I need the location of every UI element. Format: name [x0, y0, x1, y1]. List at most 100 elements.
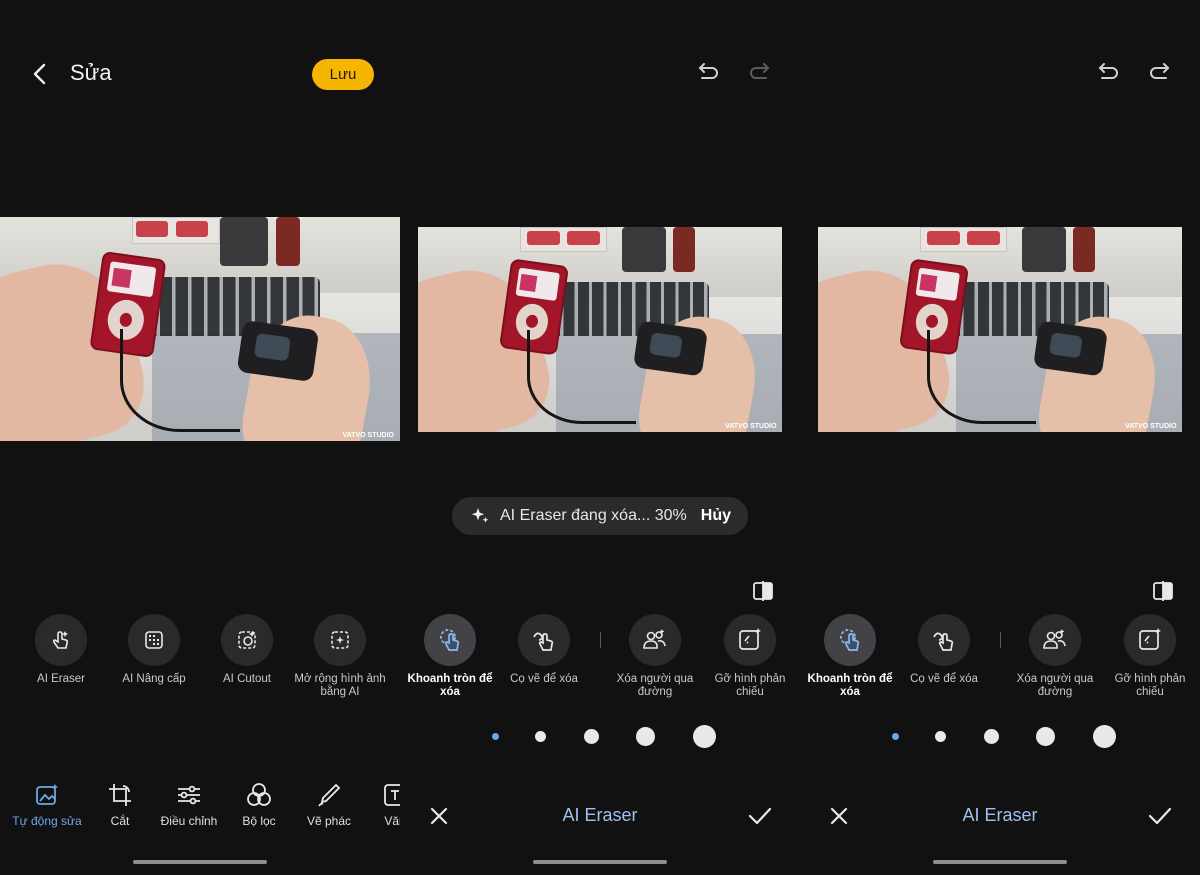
tool-label: Cọ vẽ để xóa: [910, 673, 978, 685]
remove-people-icon: [643, 629, 666, 649]
sparkle-icon: [471, 508, 489, 523]
brush-size-2[interactable]: [535, 731, 546, 742]
redo-icon: [1150, 63, 1170, 79]
photo-watermark: VATVO STUDIO: [725, 422, 777, 430]
bottom-tool-label: Vẽ phác: [306, 814, 352, 828]
photo-scene: [818, 227, 1182, 432]
redo-button[interactable]: [1146, 60, 1174, 88]
bottom-tool-label: Tự động sửa: [12, 814, 82, 828]
chevron-left-icon: [33, 63, 46, 85]
auto-fix-icon: [36, 784, 58, 805]
home-indicator[interactable]: [533, 860, 667, 864]
tool-remove-passersby[interactable]: Xóa người qua đường: [608, 614, 702, 699]
bottom-tool-adjust[interactable]: Điều chỉnh: [154, 782, 224, 828]
cancel-button[interactable]: Hủy: [701, 507, 731, 525]
brush-size-4[interactable]: [636, 727, 655, 746]
bottom-tool-label: Bộ lọc: [242, 814, 276, 828]
bottom-tool-text[interactable]: Văn: [360, 782, 400, 828]
tool-label: Xóa người qua đường: [1016, 673, 1094, 698]
checkmark-icon[interactable]: [747, 803, 773, 829]
undo-button[interactable]: [694, 60, 722, 88]
photo-scene: [0, 217, 400, 441]
remove-people-icon: [1043, 629, 1066, 649]
tool-ai-eraser[interactable]: AI Eraser: [14, 614, 108, 686]
tool-circle-to-erase[interactable]: Khoanh tròn để xóa: [803, 614, 897, 699]
remove-reflection-icon: [1139, 628, 1161, 650]
text-icon: [384, 784, 400, 806]
photo-scene: [418, 227, 782, 432]
back-button[interactable]: [24, 58, 56, 90]
ai-eraser-panel-processing: VATVO STUDIO AI Eraser đang xóa... 30% H…: [400, 0, 800, 875]
brush-icon: [318, 783, 341, 807]
photo-preview[interactable]: VATVO STUDIO: [0, 217, 400, 441]
adjust-icon: [178, 785, 200, 805]
tool-remove-reflection[interactable]: Gỡ hình phản chiếu: [1103, 614, 1197, 699]
page-title: Sửa: [70, 60, 112, 85]
tool-remove-passersby[interactable]: Xóa người qua đường: [1008, 614, 1102, 699]
tool-label: Gỡ hình phản chiếu: [714, 673, 786, 698]
ai-upscale-icon: [145, 631, 163, 649]
ai-eraser-panel-result: VATVO STUDIO Khoanh tròn để xóa Cọ vẽ để…: [800, 0, 1200, 875]
save-button[interactable]: Lưu: [312, 59, 374, 90]
bottom-tool-crop[interactable]: Cắt: [85, 782, 155, 828]
photo-preview[interactable]: VATVO STUDIO: [418, 227, 782, 432]
brush-size-1[interactable]: [492, 733, 499, 740]
crop-icon: [109, 784, 131, 806]
brush-size-5[interactable]: [1093, 725, 1116, 748]
brush-erase-icon: [533, 632, 554, 651]
brush-size-2[interactable]: [935, 731, 946, 742]
brush-size-3[interactable]: [984, 729, 999, 744]
tool-label: Mở rộng hình ảnh bằng AI: [294, 673, 386, 698]
brush-erase-icon: [933, 632, 954, 651]
tool-ai-expand[interactable]: Mở rộng hình ảnh bằng AI: [293, 614, 387, 699]
tool-brush-to-erase[interactable]: Cọ vẽ để xóa: [497, 614, 591, 686]
bottom-tool-filter[interactable]: Bộ lọc: [224, 782, 294, 828]
tool-label: Khoanh tròn để xóa: [407, 673, 493, 698]
redo-button[interactable]: [746, 60, 774, 88]
tool-brush-to-erase[interactable]: Cọ vẽ để xóa: [897, 614, 991, 686]
tool-label: AI Cutout: [223, 673, 271, 685]
erase-progress-toast: AI Eraser đang xóa... 30% Hủy: [452, 497, 748, 535]
compare-icon[interactable]: [1152, 580, 1174, 602]
tool-divider: [600, 632, 601, 648]
bottom-tool-draw[interactable]: Vẽ phác: [294, 782, 364, 828]
mode-title: AI Eraser: [962, 805, 1038, 825]
ai-cutout-icon: [238, 631, 256, 649]
compare-icon[interactable]: [752, 580, 774, 602]
tool-label: Xóa người qua đường: [616, 673, 694, 698]
tool-label: Cọ vẽ để xóa: [510, 673, 578, 685]
ai-expand-icon: [331, 631, 349, 649]
checkmark-icon[interactable]: [1147, 803, 1173, 829]
editor-panel-main: Sửa Lưu VATVO STUDIO AI Eraser AI Nâng c…: [0, 0, 400, 875]
circle-select-icon: [840, 629, 860, 651]
tool-label: Khoanh tròn để xóa: [807, 673, 893, 698]
filter-icon: [247, 783, 271, 806]
home-indicator[interactable]: [133, 860, 267, 864]
close-icon[interactable]: [826, 803, 852, 829]
undo-button[interactable]: [1094, 60, 1122, 88]
photo-watermark: VATVO STUDIO: [342, 431, 394, 439]
tool-divider: [1000, 632, 1001, 648]
close-icon[interactable]: [426, 803, 452, 829]
brush-size-1[interactable]: [892, 733, 899, 740]
bottom-tool-label: Điều chỉnh: [160, 814, 218, 828]
redo-icon: [750, 63, 770, 79]
photo-watermark: VATVO STUDIO: [1125, 422, 1177, 430]
progress-text: AI Eraser đang xóa... 30%: [500, 507, 687, 524]
undo-icon: [698, 63, 718, 79]
tool-ai-cutout[interactable]: AI Cutout: [200, 614, 294, 686]
undo-icon: [1098, 63, 1118, 79]
photo-preview[interactable]: VATVO STUDIO: [818, 227, 1182, 432]
circle-select-icon: [440, 629, 460, 651]
bottom-tool-auto-fix[interactable]: Tự động sửa: [12, 782, 82, 828]
bottom-tool-label: Cắt: [110, 814, 130, 828]
brush-size-3[interactable]: [584, 729, 599, 744]
brush-size-5[interactable]: [693, 725, 716, 748]
home-indicator[interactable]: [933, 860, 1067, 864]
tool-remove-reflection[interactable]: Gỡ hình phản chiếu: [703, 614, 797, 699]
brush-size-4[interactable]: [1036, 727, 1055, 746]
tool-circle-to-erase[interactable]: Khoanh tròn để xóa: [403, 614, 497, 699]
remove-reflection-icon: [739, 628, 761, 650]
tool-ai-upscale[interactable]: AI Nâng cấp: [107, 614, 201, 686]
tool-label: AI Eraser: [37, 673, 85, 685]
